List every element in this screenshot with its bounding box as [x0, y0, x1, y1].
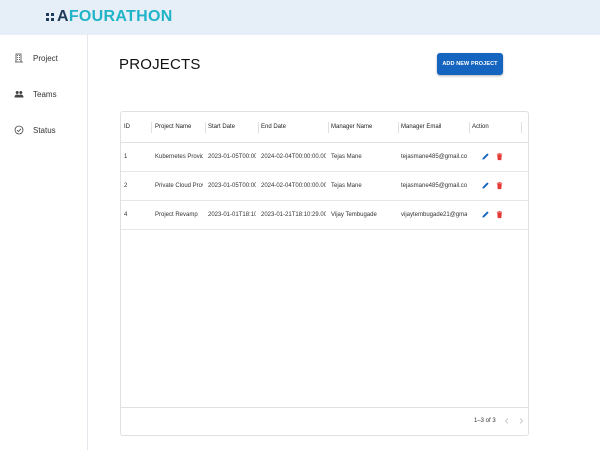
sidebar: Project Teams Status — [0, 35, 88, 450]
sidebar-item-project[interactable]: Project — [14, 51, 58, 65]
cell-manager-name: Tejas Mane — [331, 154, 362, 160]
column-separator[interactable] — [398, 122, 399, 133]
cell-id: 4 — [124, 212, 128, 218]
column-header-action[interactable]: Action — [472, 112, 522, 142]
column-separator[interactable] — [521, 122, 522, 133]
edit-icon[interactable] — [481, 152, 490, 163]
delete-icon[interactable] — [495, 181, 504, 192]
sidebar-item-label: Project — [33, 53, 58, 63]
projects-table: ID Project Name Start Date End Date Mana… — [120, 111, 529, 436]
cell-end-date: 2024-02-04T00:00:00.000Z — [261, 154, 326, 160]
cell-manager-name: Vijay Tembugade — [331, 212, 377, 218]
column-separator[interactable] — [328, 122, 329, 133]
sidebar-item-label: Teams — [33, 89, 57, 99]
delete-icon[interactable] — [495, 210, 504, 221]
sidebar-item-label: Status — [33, 125, 56, 135]
sidebar-item-teams[interactable]: Teams — [14, 87, 57, 101]
column-header-end-date[interactable]: End Date — [261, 112, 326, 142]
cell-manager-email: vijaytembugade21@gmail.... — [401, 212, 467, 218]
column-separator[interactable] — [151, 122, 152, 133]
column-separator[interactable] — [258, 122, 259, 133]
cell-actions — [472, 201, 522, 229]
cell-actions — [472, 172, 522, 200]
table-row[interactable]: 2 Private Cloud Provi... 2023-01-05T00:0… — [121, 172, 528, 201]
edit-icon[interactable] — [481, 210, 490, 221]
cell-start-date: 2023-01-05T00:00:... — [208, 154, 256, 160]
delete-icon[interactable] — [495, 152, 504, 163]
cell-manager-email: tejasmane485@gmail.com — [401, 154, 467, 160]
cell-project-name: Project Revamp — [155, 212, 198, 218]
edit-icon[interactable] — [481, 181, 490, 192]
column-header-manager-name[interactable]: Manager Name — [331, 112, 396, 142]
cell-end-date: 2023-01-21T18:10:29.000Z — [261, 212, 326, 218]
cell-start-date: 2023-01-01T18:10:... — [208, 212, 256, 218]
logo-grid-icon — [46, 13, 54, 21]
column-header-start-date[interactable]: Start Date — [208, 112, 256, 142]
check-circle-icon — [14, 125, 24, 135]
top-header: AFOURATHON — [0, 0, 600, 35]
column-header-project-name[interactable]: Project Name — [155, 112, 203, 142]
table-header-row: ID Project Name Start Date End Date Mana… — [121, 112, 528, 143]
building-icon — [14, 53, 24, 63]
cell-id: 2 — [124, 183, 128, 189]
table-row[interactable]: 4 Project Revamp 2023-01-01T18:10:... 20… — [121, 201, 528, 230]
people-icon — [14, 89, 24, 99]
cell-project-name: Private Cloud Provi... — [155, 183, 203, 189]
cell-project-name: Kubernetes Provid... — [155, 154, 203, 160]
cell-actions — [472, 143, 522, 171]
column-header-id[interactable]: ID — [124, 112, 149, 142]
column-separator[interactable] — [469, 122, 470, 133]
sidebar-item-status[interactable]: Status — [14, 123, 56, 137]
table-row[interactable]: 1 Kubernetes Provid... 2023-01-05T00:00:… — [121, 143, 528, 172]
chevron-right-icon[interactable] — [516, 416, 526, 426]
chevron-left-icon[interactable] — [502, 416, 512, 426]
cell-manager-name: Tejas Mane — [331, 183, 362, 189]
cell-end-date: 2024-02-04T00:00:00.000Z — [261, 183, 326, 189]
page-title: PROJECTS — [119, 56, 201, 73]
column-separator[interactable] — [205, 122, 206, 133]
pagination-range: 1–3 of 3 — [474, 418, 496, 424]
cell-id: 1 — [124, 154, 128, 160]
add-new-project-button[interactable]: ADD NEW PROJECT — [437, 53, 503, 75]
cell-manager-email: tejasmane485@gmail.com — [401, 183, 467, 189]
cell-start-date: 2023-01-05T00:00:... — [208, 183, 256, 189]
logo-text: AFOURATHON — [57, 8, 173, 25]
table-pagination: 1–3 of 3 — [121, 407, 528, 435]
app-logo[interactable]: AFOURATHON — [46, 9, 173, 25]
column-header-manager-email[interactable]: Manager Email — [401, 112, 467, 142]
